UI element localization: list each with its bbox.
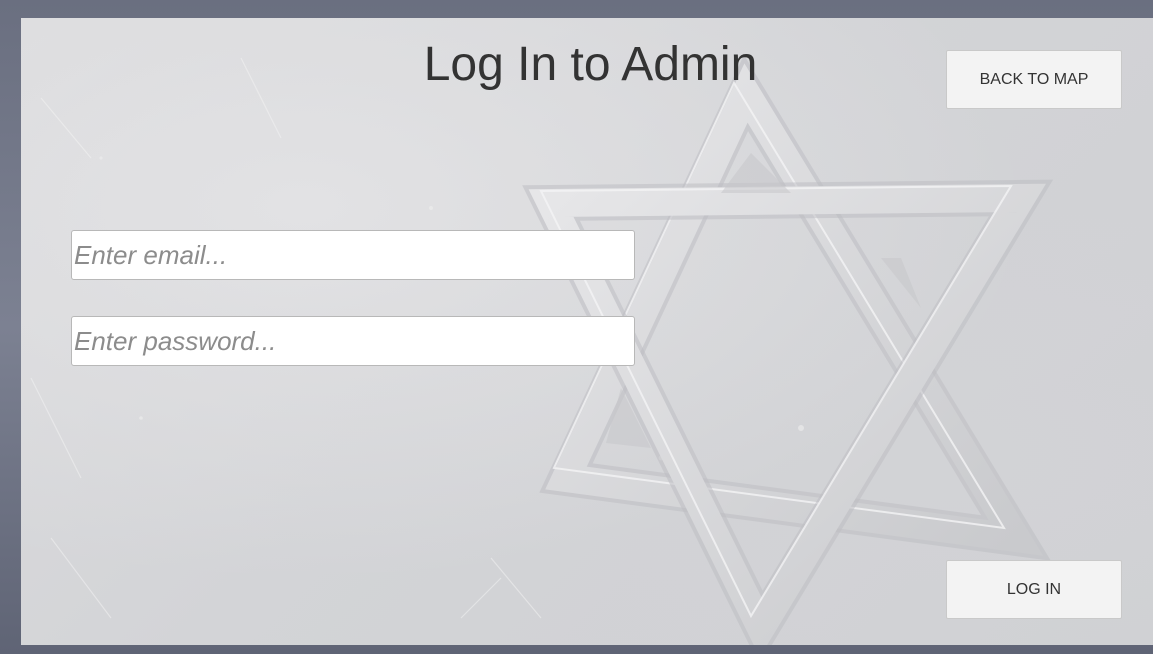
login-panel: Log In to Admin BACK TO MAP LOG IN — [21, 18, 1153, 645]
app-window: Log In to Admin BACK TO MAP LOG IN — [0, 0, 1153, 654]
email-field[interactable] — [71, 230, 635, 280]
log-in-button[interactable]: LOG IN — [946, 560, 1122, 619]
password-field[interactable] — [71, 316, 635, 366]
back-to-map-button[interactable]: BACK TO MAP — [946, 50, 1122, 109]
